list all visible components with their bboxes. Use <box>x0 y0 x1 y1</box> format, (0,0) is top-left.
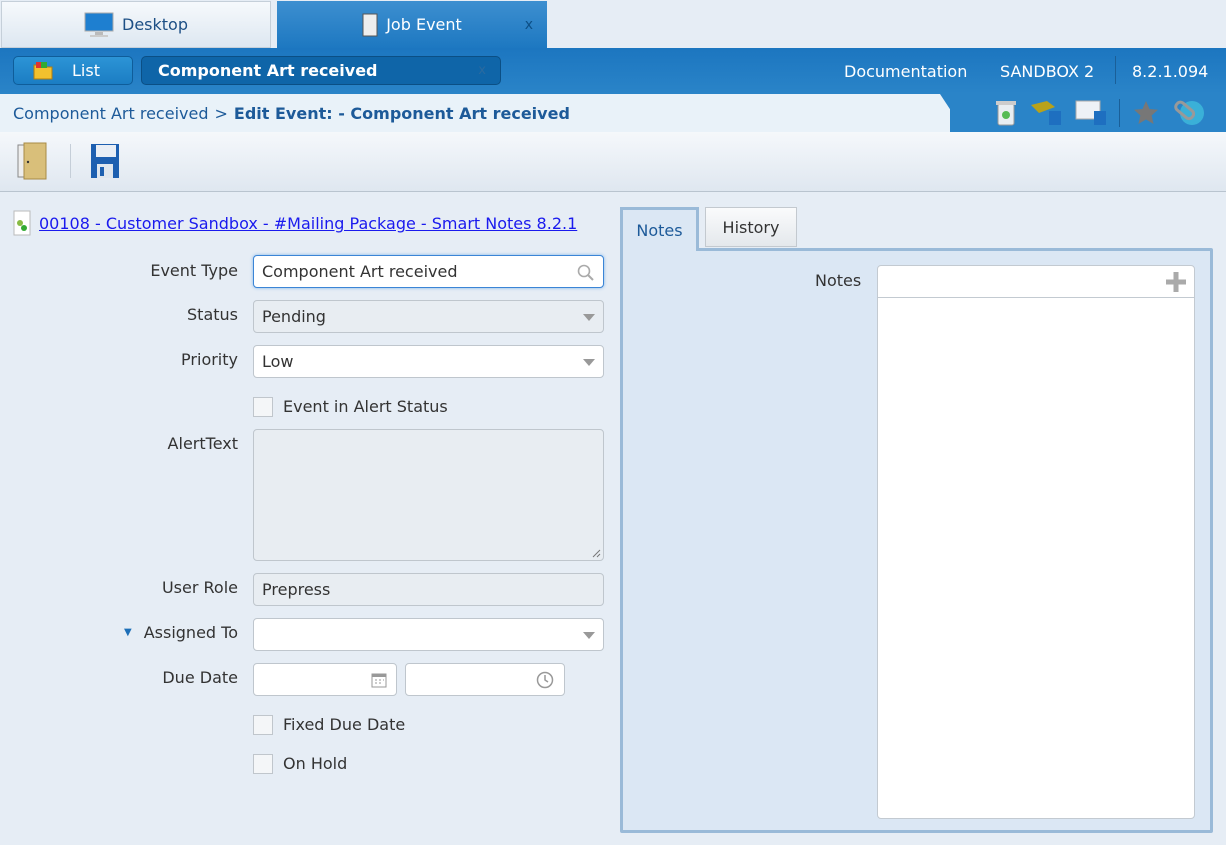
version-label: 8.2.1.094 <box>1132 62 1209 81</box>
alert-status-checkbox[interactable] <box>253 397 273 417</box>
alert-text-label: AlertText <box>167 434 238 453</box>
tab-label: Job Event <box>386 15 462 34</box>
list-label: List <box>72 61 100 80</box>
environment-label: SANDBOX 2 <box>1000 62 1095 81</box>
assigned-to-label: Assigned To <box>143 623 238 642</box>
on-hold-checkbox[interactable] <box>253 754 273 774</box>
status-label: Status <box>187 305 238 324</box>
close-tab-button[interactable]: x <box>525 17 533 33</box>
notes-label: Notes <box>815 271 862 290</box>
header-icons <box>995 98 1206 128</box>
globe-link-icon[interactable] <box>1172 98 1206 128</box>
assigned-to-select[interactable] <box>253 618 604 651</box>
monitor-icon <box>84 12 114 37</box>
save-icon[interactable] <box>88 142 122 180</box>
event-type-field[interactable]: Component Art received <box>253 255 604 288</box>
folder-icon <box>33 61 53 79</box>
close-record-button[interactable]: x <box>478 63 486 78</box>
add-note-icon[interactable] <box>1164 270 1188 294</box>
job-link[interactable]: 00108 - Customer Sandbox - #Mailing Pack… <box>39 214 577 233</box>
resize-handle-icon[interactable] <box>591 548 601 558</box>
star-icon[interactable] <box>1132 99 1160 127</box>
chevron-down-icon <box>583 632 595 639</box>
documentation-link[interactable]: Documentation <box>844 62 967 81</box>
notes-list[interactable] <box>877 265 1195 819</box>
tab-desktop[interactable]: Desktop <box>1 1 271 48</box>
on-hold-label: On Hold <box>283 754 348 773</box>
user-role-value: Prepress <box>262 580 331 599</box>
clock-icon[interactable] <box>536 671 554 689</box>
due-date-label: Due Date <box>162 668 238 687</box>
breadcrumb-separator: > <box>214 103 228 123</box>
search-icon[interactable] <box>577 264 594 281</box>
priority-select[interactable]: Low <box>253 345 604 378</box>
chevron-down-icon <box>583 314 595 321</box>
divider <box>70 144 71 178</box>
tab-label: History <box>722 217 780 237</box>
due-date-input[interactable] <box>253 663 397 696</box>
tab-job-event[interactable]: Job Event x <box>277 1 547 48</box>
exit-door-icon[interactable] <box>17 142 49 180</box>
clipboard-icon <box>362 13 378 36</box>
priority-value: Low <box>262 352 294 371</box>
user-role-field: Prepress <box>253 573 604 606</box>
window-icon[interactable] <box>1075 99 1107 127</box>
breadcrumb: Component Art received > Edit Event: - C… <box>0 94 950 132</box>
tab-notes[interactable]: Notes <box>620 207 699 251</box>
tab-history[interactable]: History <box>705 207 797 247</box>
divider <box>1115 56 1116 84</box>
event-type-value: Component Art received <box>262 262 458 281</box>
user-role-label: User Role <box>161 578 238 597</box>
breadcrumb-parent[interactable]: Component Art received <box>13 104 208 123</box>
tab-label: Notes <box>636 221 683 240</box>
notes-header <box>878 266 1194 298</box>
priority-label: Priority <box>181 350 238 369</box>
event-type-label: Event Type <box>150 261 238 280</box>
divider <box>1119 99 1120 127</box>
record-label: Component Art received <box>158 61 378 80</box>
calendar-icon[interactable] <box>371 672 387 688</box>
alert-status-label: Event in Alert Status <box>283 397 448 416</box>
record-tab[interactable]: Component Art received x <box>141 56 501 85</box>
list-button[interactable]: List <box>13 56 133 85</box>
due-time-input[interactable] <box>405 663 565 696</box>
toolbar <box>0 132 1226 192</box>
chevron-down-icon <box>583 359 595 366</box>
alert-text-area[interactable] <box>253 429 604 561</box>
fixed-due-date-checkbox[interactable] <box>253 715 273 735</box>
tab-label: Desktop <box>122 15 188 34</box>
flag-icon[interactable] <box>1029 99 1063 127</box>
status-value: Pending <box>262 307 326 326</box>
breadcrumb-current: Edit Event: - Component Art received <box>233 103 570 123</box>
trash-icon[interactable] <box>995 99 1017 127</box>
fixed-due-date-label: Fixed Due Date <box>283 715 406 734</box>
status-select[interactable]: Pending <box>253 300 604 333</box>
job-document-icon <box>13 210 31 236</box>
